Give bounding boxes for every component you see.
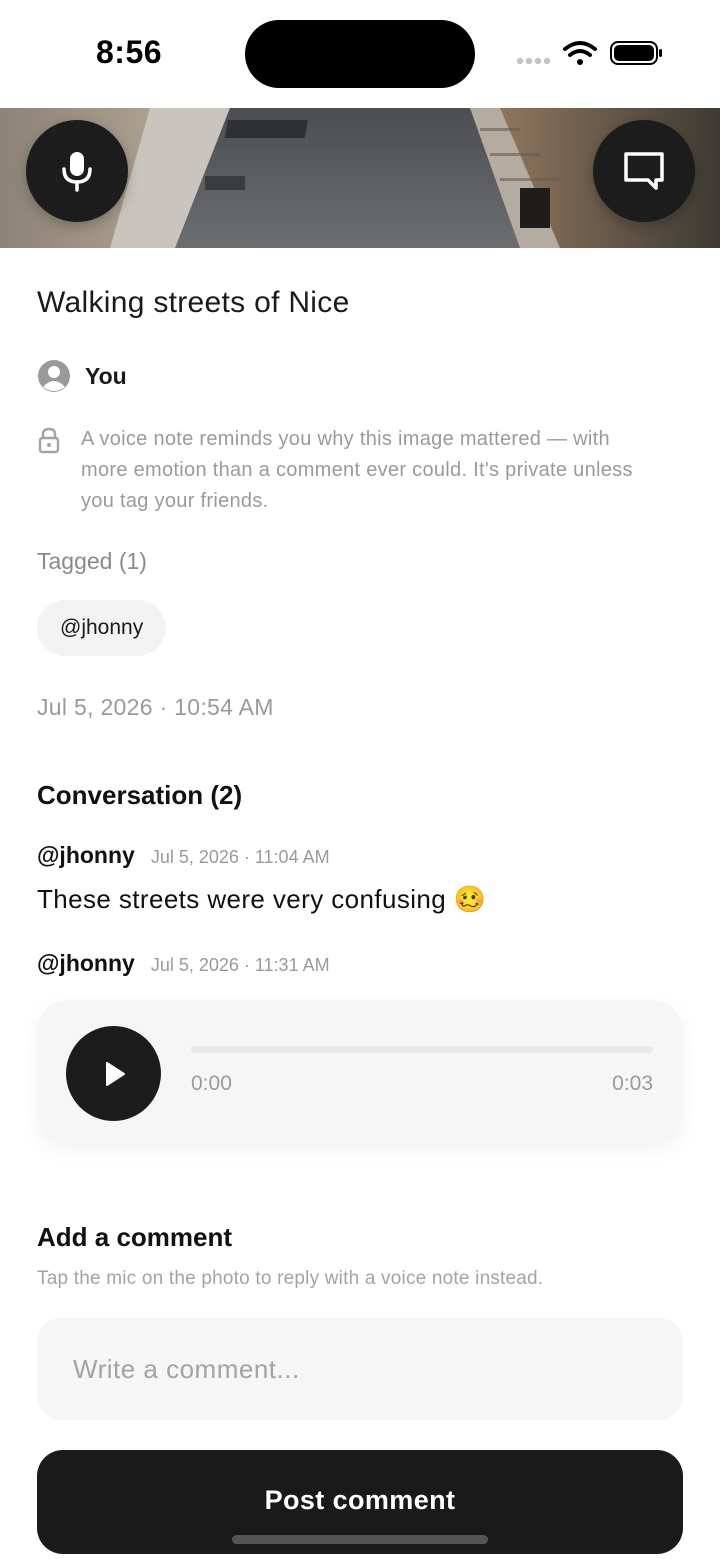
comment-username[interactable]: @jhonny bbox=[37, 950, 135, 977]
play-icon bbox=[105, 1061, 125, 1086]
play-button[interactable] bbox=[66, 1026, 161, 1121]
battery-icon bbox=[610, 41, 662, 65]
comment-text: These streets were very confusing 🥴 bbox=[37, 884, 487, 914]
comment-timestamp: Jul 5, 2026 · 11:04 AM bbox=[150, 847, 330, 867]
privacy-text: A voice note reminds you why this image … bbox=[81, 428, 633, 512]
post-title: Walking streets of Nice bbox=[37, 286, 350, 319]
comment-input[interactable] bbox=[37, 1318, 683, 1420]
audio-current-time: 0:00 bbox=[191, 1072, 232, 1095]
owner-name: You bbox=[85, 362, 127, 389]
status-icons bbox=[514, 38, 664, 68]
add-comment-title: Add a comment bbox=[37, 1222, 233, 1252]
microphone-icon bbox=[62, 152, 92, 192]
audio-duration: 0:03 bbox=[612, 1072, 653, 1095]
wifi-icon bbox=[563, 41, 597, 65]
comment-meta: @jhonny Jul 5, 2026 · 11:31 AM bbox=[37, 950, 330, 977]
lock-icon bbox=[38, 427, 60, 454]
conversation-title: Conversation (2) bbox=[37, 780, 243, 810]
status-bar: 8:56 bbox=[0, 0, 720, 108]
add-comment-hint: Tap the mic on the photo to reply with a… bbox=[37, 1268, 544, 1289]
voice-note-player: 0:00 0:03 bbox=[37, 1000, 683, 1145]
home-indicator bbox=[232, 1535, 488, 1544]
speech-bubble-icon bbox=[624, 152, 664, 190]
post-date: Jul 5, 2026 · 10:54 AM bbox=[37, 694, 274, 720]
comment-timestamp: Jul 5, 2026 · 11:31 AM bbox=[150, 955, 330, 975]
audio-progress-track[interactable] bbox=[191, 1046, 653, 1053]
comment-username[interactable]: @jhonny bbox=[37, 842, 135, 869]
comments-button[interactable] bbox=[593, 120, 695, 222]
voice-note-button[interactable] bbox=[26, 120, 128, 222]
status-time: 8:56 bbox=[96, 34, 163, 70]
avatar-icon bbox=[38, 360, 70, 392]
comment-meta: @jhonny Jul 5, 2026 · 11:04 AM bbox=[37, 842, 330, 869]
tag-chip[interactable]: @jhonny bbox=[37, 600, 167, 656]
cellular-signal-icon bbox=[516, 57, 551, 65]
tagged-label: Tagged (1) bbox=[37, 548, 147, 574]
dynamic-island bbox=[245, 20, 475, 88]
post-owner[interactable]: You bbox=[37, 358, 127, 394]
privacy-note: A voice note reminds you why this image … bbox=[37, 424, 657, 517]
